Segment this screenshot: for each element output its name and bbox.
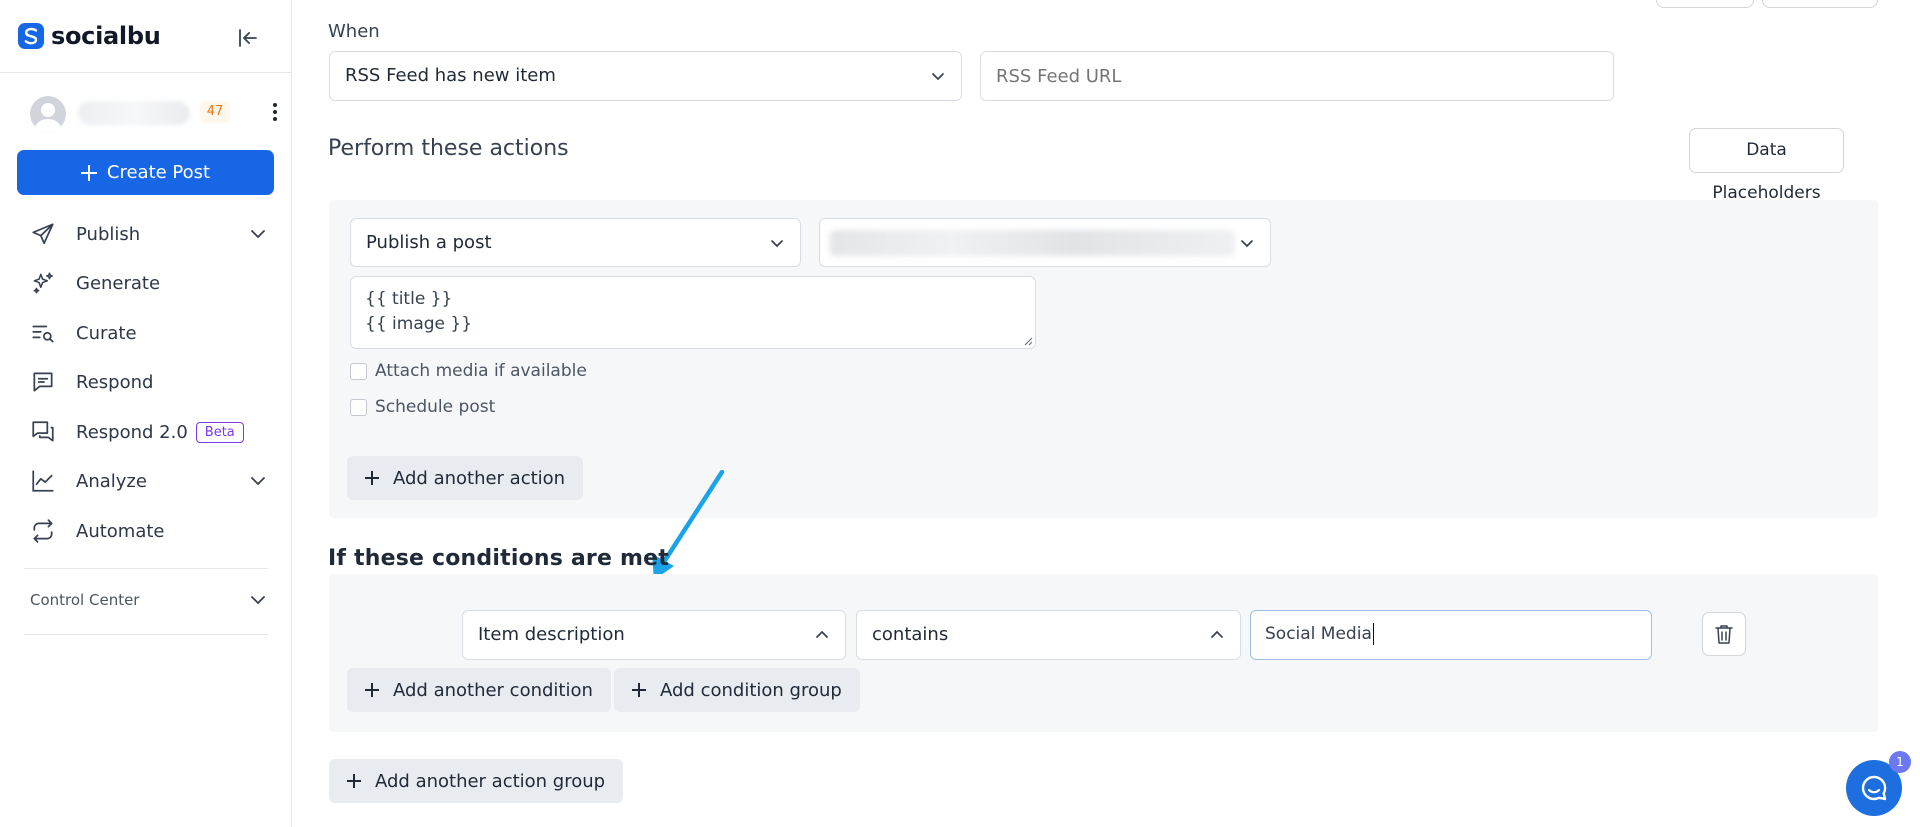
plus-icon bbox=[365, 683, 379, 697]
sidebar-item-publish[interactable]: Publish bbox=[28, 216, 268, 252]
add-condition-button[interactable]: Add another condition bbox=[347, 668, 611, 712]
chevron-down-icon bbox=[932, 73, 944, 81]
sidebar-item-label: Curate bbox=[76, 322, 137, 344]
create-post-button[interactable]: Create Post bbox=[17, 150, 274, 195]
repeat-icon bbox=[28, 518, 58, 544]
chevron-down-icon bbox=[771, 240, 783, 248]
chevron-up-icon bbox=[1211, 630, 1223, 638]
line-chart-icon bbox=[28, 468, 58, 494]
sidebar-item-label: Respond bbox=[76, 371, 154, 393]
action-type-select[interactable]: Publish a post bbox=[350, 218, 801, 267]
profile-name-redacted bbox=[78, 101, 190, 125]
create-post-label: Create Post bbox=[106, 162, 211, 183]
condition-operator-value: contains bbox=[872, 624, 949, 645]
profile[interactable]: 47 bbox=[30, 96, 277, 132]
sidebar-item-automate[interactable]: Automate bbox=[28, 513, 268, 549]
schedule-post-checkbox[interactable] bbox=[350, 398, 367, 416]
sidebar-item-generate[interactable]: Generate bbox=[28, 265, 268, 301]
divider bbox=[24, 634, 268, 635]
condition-field-value: Item description bbox=[478, 624, 625, 645]
post-template-textarea[interactable]: {{ title }} {{ image }} bbox=[350, 276, 1036, 349]
text-caret bbox=[1372, 623, 1374, 645]
plus-icon bbox=[80, 164, 97, 181]
rss-feed-url-input[interactable] bbox=[980, 51, 1614, 101]
attach-media-label: Attach media if available bbox=[375, 361, 587, 381]
control-center-label: Control Center bbox=[30, 591, 140, 609]
add-condition-group-button[interactable]: Add condition group bbox=[614, 668, 860, 712]
chevron-down-icon[interactable] bbox=[248, 224, 268, 244]
attach-media-checkbox-row[interactable]: Attach media if available bbox=[350, 361, 587, 381]
attach-media-checkbox[interactable] bbox=[350, 362, 367, 380]
action-type-value: Publish a post bbox=[366, 232, 492, 253]
beta-badge: Beta bbox=[195, 421, 244, 443]
plus-icon bbox=[347, 774, 361, 788]
curate-search-icon bbox=[28, 320, 58, 346]
when-label: When bbox=[328, 21, 380, 42]
brand-name: socialbu bbox=[51, 22, 161, 50]
collapse-sidebar-icon[interactable] bbox=[236, 26, 260, 50]
sidebar-item-label: Publish bbox=[76, 223, 141, 245]
schedule-post-label: Schedule post bbox=[375, 397, 496, 417]
sidebar-item-respond-2[interactable]: Respond 2.0 Beta bbox=[28, 414, 268, 450]
sidebar-item-label: Generate bbox=[76, 272, 161, 294]
condition-value-input[interactable]: Social Media bbox=[1250, 610, 1652, 660]
add-action-group-button[interactable]: Add another action group bbox=[329, 759, 624, 803]
socialbu-logo-icon bbox=[18, 23, 44, 49]
more-options-icon[interactable] bbox=[268, 100, 282, 126]
schedule-post-checkbox-row[interactable]: Schedule post bbox=[350, 397, 495, 417]
sidebar-item-label: Automate bbox=[76, 520, 165, 542]
chevron-up-icon bbox=[816, 630, 828, 638]
messages-icon bbox=[28, 419, 58, 445]
template-line: {{ image }} bbox=[365, 314, 473, 334]
chevron-down-icon[interactable] bbox=[248, 471, 268, 491]
plus-icon bbox=[632, 683, 646, 697]
data-placeholders-button[interactable]: Data Placeholders bbox=[1689, 128, 1844, 203]
trigger-select[interactable]: RSS Feed has new item bbox=[329, 51, 962, 101]
condition-field-select[interactable]: Item description bbox=[462, 610, 846, 660]
annotation-arrow-icon bbox=[652, 470, 725, 580]
resize-handle-icon[interactable] bbox=[1021, 334, 1033, 346]
sparkles-icon bbox=[28, 270, 58, 296]
account-value-redacted bbox=[830, 230, 1235, 256]
account-select[interactable] bbox=[819, 218, 1271, 267]
chat-icon bbox=[1861, 775, 1887, 801]
notification-count-badge: 47 bbox=[200, 101, 230, 123]
send-icon bbox=[28, 221, 58, 247]
avatar[interactable] bbox=[30, 96, 66, 132]
divider bbox=[24, 568, 268, 569]
chevron-down-icon bbox=[1241, 240, 1253, 248]
brand[interactable]: socialbu bbox=[17, 22, 161, 50]
template-line: {{ title }} bbox=[365, 289, 453, 309]
add-condition-group-label: Add condition group bbox=[660, 679, 842, 701]
message-square-icon bbox=[28, 369, 58, 395]
top-button-partial[interactable] bbox=[1762, 0, 1878, 8]
sidebar: socialbu 47 Create Post Publish Generate bbox=[0, 0, 292, 827]
add-action-label: Add another action bbox=[393, 467, 566, 489]
condition-operator-select[interactable]: contains bbox=[856, 610, 1241, 660]
actions-section-title: Perform these actions bbox=[328, 136, 569, 161]
delete-condition-button[interactable] bbox=[1702, 612, 1746, 656]
top-button-partial[interactable] bbox=[1656, 0, 1754, 8]
control-center-toggle[interactable]: Control Center bbox=[30, 588, 268, 612]
trigger-select-value: RSS Feed has new item bbox=[345, 65, 556, 86]
trash-icon bbox=[1715, 625, 1733, 644]
sidebar-item-label: Respond 2.0 bbox=[76, 421, 188, 443]
chat-unread-badge: 1 bbox=[1889, 751, 1911, 773]
chevron-down-icon bbox=[251, 596, 265, 605]
add-action-button[interactable]: Add another action bbox=[347, 456, 584, 500]
condition-value-text: Social Media bbox=[1265, 624, 1372, 644]
plus-icon bbox=[365, 471, 379, 485]
add-condition-label: Add another condition bbox=[393, 679, 593, 701]
sidebar-item-label: Analyze bbox=[76, 470, 147, 492]
sidebar-item-analyze[interactable]: Analyze bbox=[28, 463, 268, 499]
sidebar-item-curate[interactable]: Curate bbox=[28, 315, 268, 351]
conditions-section-title: If these conditions are met bbox=[328, 546, 669, 571]
divider bbox=[0, 72, 292, 73]
add-action-group-label: Add another action group bbox=[375, 770, 606, 792]
sidebar-item-respond[interactable]: Respond bbox=[28, 364, 268, 400]
